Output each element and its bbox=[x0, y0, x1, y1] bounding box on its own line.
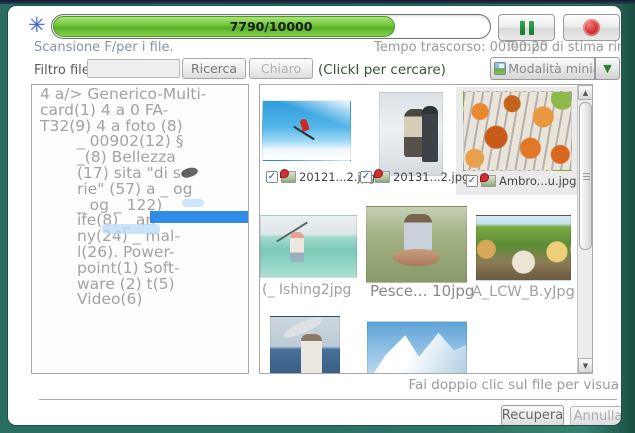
file-name[interactable]: Ambro...u.jpg bbox=[499, 174, 576, 188]
scroll-up-button[interactable]: ▲ bbox=[578, 85, 593, 100]
recover-button[interactable]: Recupera bbox=[501, 405, 564, 426]
thumbnail-caption: ✓ 20131...2.jpg bbox=[360, 170, 469, 184]
tree-line[interactable]: Video(6) bbox=[32, 292, 248, 308]
image-file-icon bbox=[375, 171, 390, 183]
view-mode-dropdown-arrow[interactable]: ▼ bbox=[595, 57, 620, 80]
search-hint-text: (ClickI per cercare) bbox=[318, 62, 446, 78]
footer-separator bbox=[39, 399, 617, 401]
arrow-down-icon: ▼ bbox=[583, 362, 588, 370]
scrollbar-thumb[interactable] bbox=[579, 102, 592, 250]
cancel-button[interactable]: Annulla bbox=[570, 406, 622, 426]
thumbnail-caption: ✓ 20121...2.jpg bbox=[266, 170, 375, 184]
image-file-icon bbox=[281, 171, 296, 183]
thumbnail-image-skier[interactable] bbox=[262, 100, 351, 161]
file-checkbox[interactable]: ✓ bbox=[360, 171, 372, 183]
stop-button[interactable] bbox=[563, 14, 620, 41]
thumbnail-image-mountain[interactable] bbox=[367, 321, 467, 374]
stop-icon bbox=[583, 19, 600, 36]
thumbnail-image-boat-fish[interactable] bbox=[270, 316, 340, 374]
arrow-up-icon: ▲ bbox=[583, 89, 588, 97]
file-name[interactable]: Pesce... 10jpg bbox=[370, 282, 474, 300]
scan-progress-bar: 7790/10000 bbox=[51, 14, 491, 39]
folder-tree-panel[interactable]: 4 a/> Generico-Multi- card(1) 4 a 0 FA- … bbox=[31, 84, 249, 374]
search-button[interactable]: Ricerca bbox=[182, 58, 246, 79]
thumbnail-caption: Pesce... 10jpg bbox=[370, 282, 474, 300]
scan-progress-label: 7790/10000 bbox=[52, 15, 490, 38]
thumbnail-mode-icon bbox=[494, 62, 506, 75]
file-name[interactable]: A_LCW_B.yJpg bbox=[472, 284, 575, 300]
thumbnail-image-fly-fishing[interactable] bbox=[260, 215, 357, 278]
thumbnail-grid-panel[interactable]: ✓ 20121...2.jpg ✓ 20131...2.jpg ✓ Ambro.… bbox=[259, 84, 593, 374]
clear-button[interactable]: Chiaro bbox=[249, 58, 313, 79]
thumbnail-image-snowboarders[interactable] bbox=[379, 92, 443, 176]
pause-button[interactable] bbox=[498, 14, 555, 41]
thumbnail-image-fish-catch[interactable] bbox=[366, 206, 467, 283]
file-filter-label: Filtro file: bbox=[34, 63, 94, 78]
scrollbar-grip-icon bbox=[583, 173, 590, 174]
thumbnail-scrollbar[interactable]: ▲ ▼ bbox=[577, 85, 592, 373]
double-click-hint-text: Fai doppio clic sul file per visua bbox=[408, 377, 619, 393]
thumbnail-caption: (_ Ishing2jpg bbox=[262, 282, 351, 298]
thumbnail-caption: ✓ Ambro...u.jpg bbox=[466, 174, 576, 188]
recovery-window: ✳ 7790/10000 Scansione F/per i file. Tem… bbox=[7, 5, 622, 426]
thumbnail-caption: A_LCW_B.yJpg bbox=[472, 284, 575, 300]
thumbnail-image-picnic[interactable] bbox=[476, 215, 571, 281]
file-filter-input[interactable] bbox=[87, 59, 180, 78]
view-mode-dropdown[interactable]: Modalità miniature bbox=[490, 57, 595, 80]
scroll-down-button[interactable]: ▼ bbox=[578, 358, 593, 373]
scan-status-text: Scansione F/per i file. bbox=[34, 40, 174, 55]
pause-icon bbox=[520, 21, 534, 35]
tree-selection-highlight[interactable] bbox=[150, 211, 249, 223]
remaining-time-text: Tempo di stima rimasto alle bbox=[505, 40, 622, 55]
tree-artifact bbox=[182, 199, 204, 207]
view-mode-label: Modalità miniature bbox=[508, 61, 594, 76]
file-name[interactable]: (_ Ishing2jpg bbox=[262, 282, 351, 298]
chevron-down-icon: ▼ bbox=[603, 62, 611, 75]
app-frame: ✳ 7790/10000 Scansione F/per i file. Tem… bbox=[0, 0, 635, 433]
scanning-spinner-icon: ✳ bbox=[28, 13, 46, 37]
image-file-icon bbox=[481, 175, 496, 187]
file-checkbox[interactable]: ✓ bbox=[266, 171, 278, 183]
file-name[interactable]: 20131...2.jpg bbox=[393, 170, 469, 184]
tree-artifact bbox=[102, 224, 160, 234]
thumbnail-image-barbecue[interactable] bbox=[463, 91, 572, 171]
file-checkbox[interactable]: ✓ bbox=[466, 175, 478, 187]
